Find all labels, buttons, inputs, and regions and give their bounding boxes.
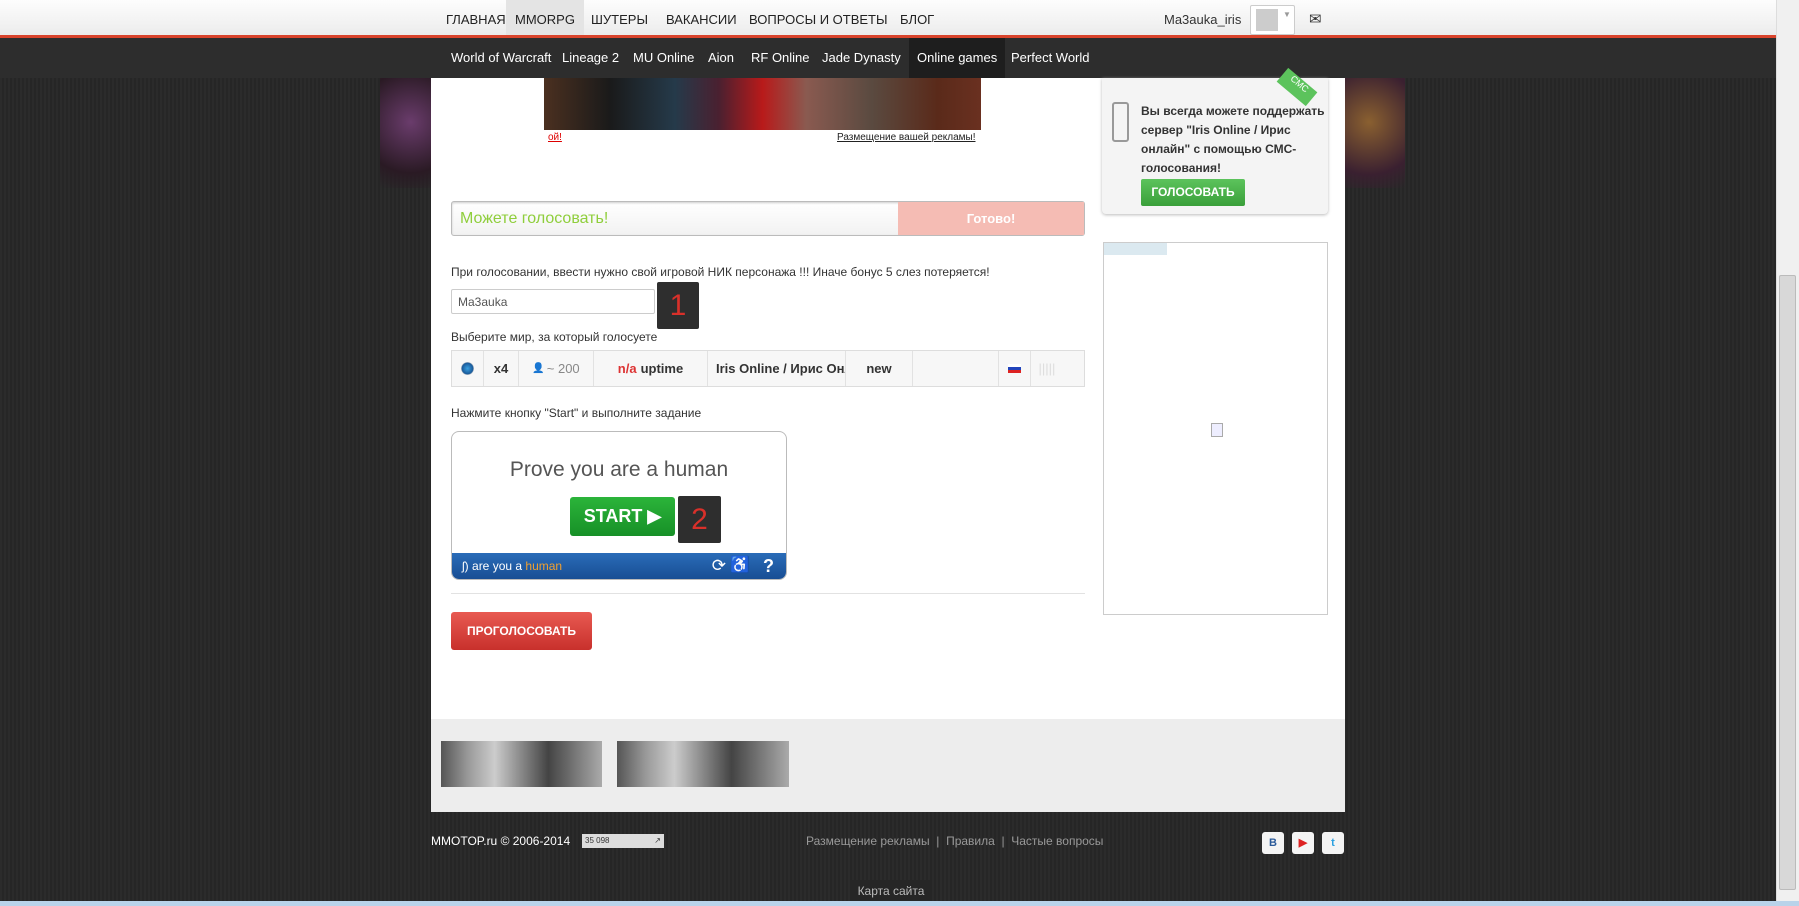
server-uptime: n/a uptime: [594, 351, 708, 386]
nav-mmorpg[interactable]: MMORPG: [506, 0, 584, 35]
start-hint: Нажмите кнопку "Start" и выполните задан…: [451, 406, 702, 420]
broken-image-icon: [1211, 423, 1223, 437]
window-bottom-edge: [0, 901, 1799, 906]
subnav-rf-online[interactable]: RF Online: [743, 38, 818, 78]
server-players: 👤 ~ 200: [519, 351, 594, 386]
brand-prefix: are you a: [472, 559, 523, 573]
ready-indicator: Готово!: [898, 202, 1084, 235]
background-art: [1345, 78, 1405, 188]
divider: [451, 593, 1085, 594]
separator: |: [994, 834, 1012, 848]
nav-shooters[interactable]: ШУТЕРЫ: [582, 0, 657, 35]
username-link[interactable]: Ma3auka_iris: [1155, 0, 1250, 35]
subnav-online-games[interactable]: Online games: [909, 38, 1006, 78]
nick-input[interactable]: [451, 289, 655, 314]
arrow-icon: ↗: [654, 836, 661, 845]
empty-cell: [913, 351, 999, 386]
help-icon[interactable]: ?: [763, 553, 774, 579]
top-navbar: ГЛАВНАЯ MMORPG ШУТЕРЫ ВАКАНСИИ ВОПРОСЫ И…: [0, 0, 1776, 38]
banner-link-left[interactable]: ой!: [548, 132, 562, 143]
players-icon: 👤: [532, 363, 545, 374]
vote-status-message: Можете голосовать!: [460, 210, 609, 227]
footer-link-faq[interactable]: Частые вопросы: [1011, 834, 1103, 848]
subnav-jade-dynasty[interactable]: Jade Dynasty: [814, 38, 909, 78]
rating-bars: |||||: [1038, 361, 1056, 376]
nav-qa[interactable]: ВОПРОСЫ И ОТВЕТЫ: [740, 0, 897, 35]
server-radio[interactable]: [452, 351, 484, 386]
vk-icon[interactable]: В: [1262, 832, 1284, 854]
play-icon: ▶: [647, 506, 662, 526]
avatar-dropdown[interactable]: ▼: [1250, 5, 1295, 35]
captcha-footer: ʃ) are you a human ⟳ ♿ ?: [452, 553, 786, 579]
world-label: Выберите мир, за который голосуете: [451, 330, 658, 344]
subnav-lineage2[interactable]: Lineage 2: [554, 38, 627, 78]
sms-vote-button[interactable]: ГОЛОСОВАТЬ: [1141, 179, 1245, 206]
accessibility-icon[interactable]: ♿: [730, 553, 750, 579]
step-badge-1: 1: [657, 282, 699, 329]
brand-suffix: human: [525, 559, 563, 573]
subnav-mu-online[interactable]: MU Online: [625, 38, 702, 78]
games-subnav: World of Warcraft Lineage 2 MU Online Ai…: [0, 38, 1776, 78]
phone-icon: [1112, 102, 1129, 142]
mail-icon[interactable]: ✉: [1309, 10, 1322, 28]
ad-header: [1104, 243, 1167, 255]
nick-hint: При голосовании, ввести нужно свой игров…: [451, 265, 990, 279]
footer-ad-banner[interactable]: [617, 741, 789, 787]
players-count: ~ 200: [546, 361, 580, 376]
twitter-icon[interactable]: t: [1322, 832, 1344, 854]
counter-value: 35 098: [585, 836, 610, 845]
visit-counter[interactable]: 35 098 ↗: [582, 834, 664, 848]
footer-link-rules[interactable]: Правила: [946, 834, 995, 848]
nav-vacancies[interactable]: ВАКАНСИИ: [657, 0, 746, 35]
footer-link-ads[interactable]: Размещение рекламы: [806, 834, 930, 848]
sms-text: Вы всегда можете поддержать сервер "Iris…: [1141, 104, 1325, 175]
chevron-down-icon: ▼: [1283, 10, 1291, 19]
nav-blog[interactable]: БЛОГ: [891, 0, 943, 35]
server-row[interactable]: x4 👤 ~ 200 n/a uptime Iris Online / Ирис О…: [451, 350, 1085, 387]
sidebar-ad[interactable]: [1103, 242, 1328, 615]
server-name: Iris Online / Ирис Онлайн: [708, 351, 846, 386]
step-badge-2: 2: [678, 496, 721, 543]
footer-ad-banner[interactable]: [441, 741, 602, 787]
captcha-start-button[interactable]: START ▶: [570, 497, 675, 536]
uptime-label: uptime: [640, 361, 684, 376]
server-rate: x4: [484, 351, 519, 386]
start-label: START: [583, 506, 643, 526]
vote-button[interactable]: ПРОГОЛОСОВАТЬ: [451, 612, 592, 650]
subnav-perfect-world[interactable]: Perfect World: [1003, 38, 1098, 78]
russia-flag-icon: [999, 351, 1031, 386]
separator: |: [929, 834, 947, 848]
uptime-value: n/a: [617, 361, 637, 376]
ad-placement-link[interactable]: Размещение вашей рекламы!: [837, 132, 976, 143]
server-status: new: [846, 351, 913, 386]
subnav-wow[interactable]: World of Warcraft: [443, 38, 559, 78]
sms-vote-box: СМС Вы всегда можете поддержать сервер "…: [1102, 67, 1328, 214]
ayah-logo-icon: ʃ): [462, 559, 469, 573]
youtube-icon[interactable]: ▶: [1292, 832, 1314, 854]
captcha-title: Prove you are a human: [509, 458, 729, 481]
nav-home[interactable]: ГЛАВНАЯ: [437, 0, 515, 35]
subnav-aion[interactable]: Aion: [700, 38, 742, 78]
ad-banner[interactable]: [544, 78, 981, 130]
captcha-widget: Prove you are a human START ▶ 2 ʃ) are y…: [451, 431, 787, 580]
sitemap-link[interactable]: Карта сайта: [850, 880, 932, 902]
background-art: [380, 78, 431, 188]
avatar-icon: [1256, 9, 1278, 31]
copyright: MMOTOP.ru © 2006-2014: [431, 834, 571, 848]
scrollbar-thumb[interactable]: [1779, 275, 1796, 890]
refresh-icon[interactable]: ⟳: [712, 553, 726, 579]
vote-status-bar: Можете голосовать! Готово!: [451, 201, 1085, 236]
